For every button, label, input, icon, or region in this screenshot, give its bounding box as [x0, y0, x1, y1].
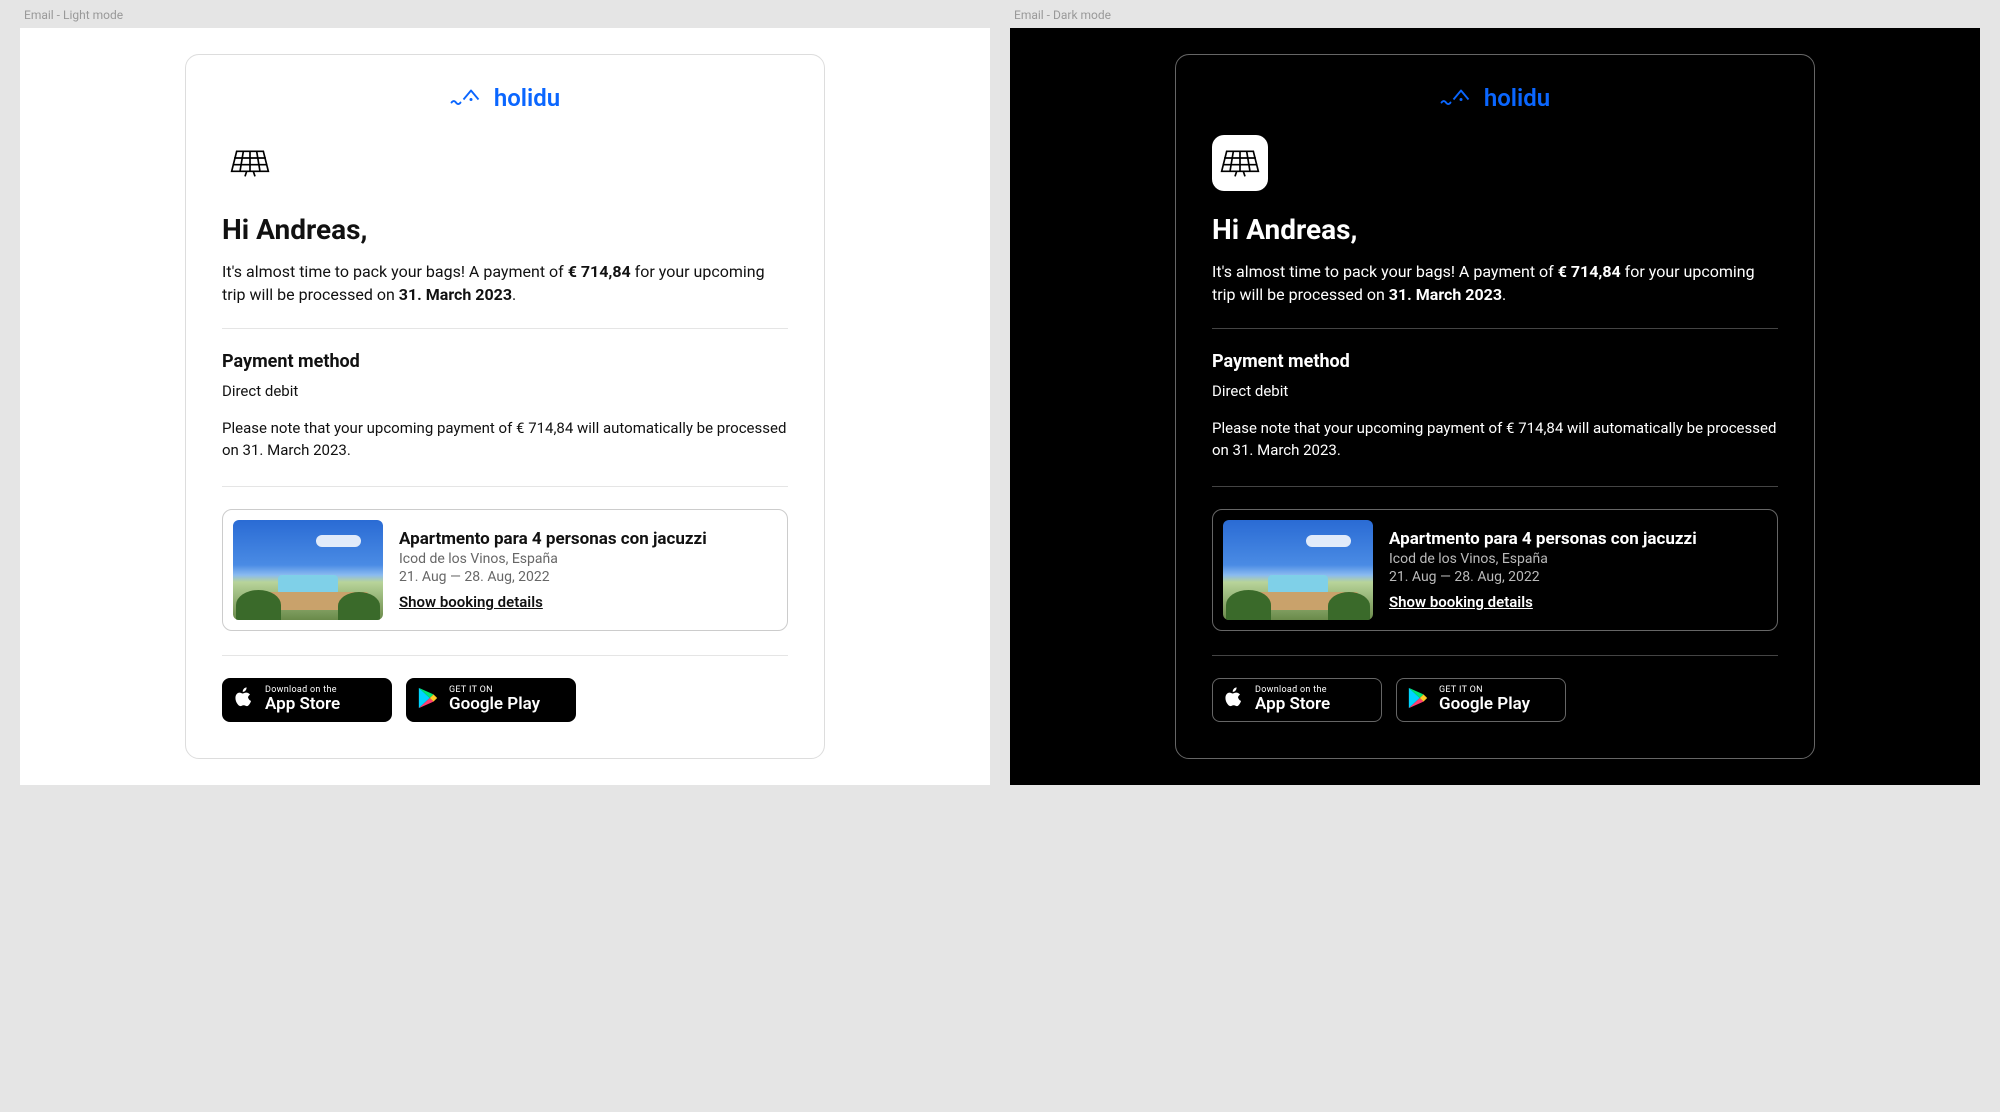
google-play-button[interactable]: GET IT ON Google Play	[1396, 678, 1566, 722]
booking-location: Icod de los Vinos, España	[399, 551, 707, 567]
divider	[1212, 328, 1778, 329]
brand-logo: holidu	[1440, 83, 1550, 113]
payment-note: Please note that your upcoming payment o…	[222, 418, 788, 462]
google-play-big-text: Google Play	[1439, 695, 1530, 714]
divider	[222, 486, 788, 487]
app-store-buttons: Download on the App Store	[1212, 678, 1778, 722]
brand-logo: holidu	[450, 83, 560, 113]
google-play-button[interactable]: GET IT ON Google Play	[406, 678, 576, 722]
app-store-big-text: App Store	[1255, 695, 1330, 714]
booking-title: Apartmento para 4 personas con jacuzzi	[1389, 529, 1697, 549]
booking-title: Apartmento para 4 personas con jacuzzi	[399, 529, 707, 549]
house-water-icon	[1440, 83, 1476, 113]
booking-thumbnail	[1223, 520, 1373, 620]
solar-panel-icon	[222, 135, 278, 191]
divider	[1212, 486, 1778, 487]
booking-dates: 21. Aug — 28. Aug, 2022	[1389, 569, 1697, 585]
payment-note: Please note that your upcoming payment o…	[1212, 418, 1778, 462]
brand-name: holidu	[494, 84, 560, 112]
show-booking-details-link[interactable]: Show booking details	[399, 593, 707, 611]
payment-method-value: Direct debit	[1212, 382, 1778, 400]
mode-label-dark: Email - Dark mode	[1010, 0, 1980, 28]
solar-panel-icon	[1212, 135, 1268, 191]
intro-text: It's almost time to pack your bags! A pa…	[1212, 260, 1778, 306]
house-water-icon	[450, 83, 486, 113]
greeting: Hi Andreas,	[222, 213, 788, 246]
mode-label-light: Email - Light mode	[20, 0, 990, 28]
divider	[222, 328, 788, 329]
google-play-icon	[417, 686, 439, 714]
booking-dates: 21. Aug — 28. Aug, 2022	[399, 569, 707, 585]
dark-panel: holidu Hi Andreas, It's almost time to p…	[1010, 28, 1980, 785]
app-store-button[interactable]: Download on the App Store	[222, 678, 392, 722]
app-store-big-text: App Store	[265, 695, 340, 714]
app-store-buttons: Download on the App Store	[222, 678, 788, 722]
google-play-icon	[1407, 686, 1429, 714]
payment-method-heading: Payment method	[222, 351, 788, 372]
divider	[222, 655, 788, 656]
apple-icon	[233, 686, 255, 714]
show-booking-details-link[interactable]: Show booking details	[1389, 593, 1697, 611]
brand-name: holidu	[1484, 84, 1550, 112]
app-store-button[interactable]: Download on the App Store	[1212, 678, 1382, 722]
greeting: Hi Andreas,	[1212, 213, 1778, 246]
payment-method-value: Direct debit	[222, 382, 788, 400]
divider	[1212, 655, 1778, 656]
booking-location: Icod de los Vinos, España	[1389, 551, 1697, 567]
booking-card: Apartmento para 4 personas con jacuzzi I…	[1212, 509, 1778, 631]
apple-icon	[1223, 686, 1245, 714]
google-play-big-text: Google Play	[449, 695, 540, 714]
payment-method-heading: Payment method	[1212, 351, 1778, 372]
booking-thumbnail	[233, 520, 383, 620]
light-panel: holidu Hi Andreas, It's almost time to p…	[20, 28, 990, 785]
email-card: holidu Hi Andreas, It's almost time to p…	[1175, 54, 1815, 759]
intro-text: It's almost time to pack your bags! A pa…	[222, 260, 788, 306]
booking-card: Apartmento para 4 personas con jacuzzi I…	[222, 509, 788, 631]
email-card: holidu Hi Andreas, It's almost time to p…	[185, 54, 825, 759]
